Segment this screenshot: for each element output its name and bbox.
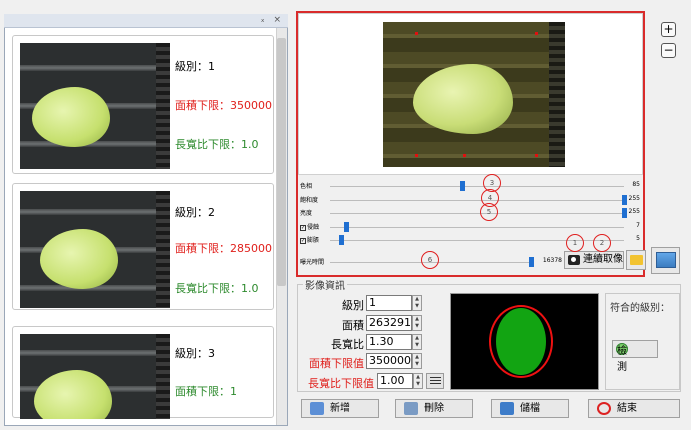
dilate-checkbox[interactable]: ✓ bbox=[300, 237, 306, 244]
saturation-slider-row: 飽和度 255 bbox=[300, 194, 640, 206]
grade-thumbnail-3 bbox=[20, 334, 170, 419]
area-min-label: 面積下限值 bbox=[309, 357, 364, 370]
hue-slider-knob[interactable] bbox=[460, 181, 465, 191]
dilate-slider-knob[interactable] bbox=[339, 235, 344, 245]
grade-thumbnail-2 bbox=[20, 191, 170, 308]
brightness-slider-knob[interactable] bbox=[622, 208, 627, 218]
erode-slider-knob[interactable] bbox=[344, 222, 349, 232]
add-button[interactable]: 新增 bbox=[301, 399, 379, 418]
area-spinner[interactable]: ▲ ▼ bbox=[412, 315, 422, 331]
ratio-min-field[interactable]: 1.00 bbox=[377, 373, 413, 389]
hue-value: 85 bbox=[632, 181, 640, 188]
delete-label: 刪除 bbox=[424, 403, 444, 414]
ratio-min-label: 長寬比下限值 bbox=[308, 377, 374, 390]
brightness-label: 亮度 bbox=[300, 210, 313, 217]
grade-area-text: 面積下限：350000 bbox=[175, 99, 272, 112]
zoom-out-button[interactable]: − bbox=[661, 43, 676, 58]
exit-label: 結束 bbox=[617, 403, 637, 414]
grade-thumbnail-1 bbox=[20, 43, 170, 169]
exposure-label: 曝光時間 bbox=[300, 259, 325, 266]
detect-label: 檢測 bbox=[616, 343, 628, 373]
add-label: 新增 bbox=[330, 403, 350, 414]
delete-button[interactable]: 刪除 bbox=[395, 399, 473, 418]
detect-button[interactable]: 檢測 bbox=[612, 340, 658, 373]
grade-ratio-text: 長寬比下限：1.0 bbox=[175, 138, 259, 151]
hue-slider-row: 色相 85 bbox=[300, 180, 640, 192]
match-grade-label: 符合的級別： bbox=[610, 303, 670, 314]
saturation-label: 飽和度 bbox=[300, 197, 319, 204]
exit-icon bbox=[597, 402, 611, 415]
ratio-spinner[interactable]: ▲ ▼ bbox=[412, 334, 422, 350]
grade-area-text: 面積下限：285000 bbox=[175, 242, 272, 255]
scrollbar-thumb[interactable] bbox=[277, 38, 286, 286]
image-info-title: 影像資訊 bbox=[303, 277, 347, 292]
annotation-marker-5: 5 bbox=[480, 203, 498, 221]
ratio-field[interactable]: 1.30 bbox=[366, 334, 412, 350]
area-min-field[interactable]: 350000 bbox=[366, 353, 412, 369]
camera-live-image bbox=[383, 22, 565, 167]
camera-icon bbox=[568, 255, 580, 265]
grade-ratio-text: 長寬比下限：1.0 bbox=[175, 282, 259, 295]
delete-image-icon bbox=[404, 402, 418, 415]
exit-button[interactable]: 結束 bbox=[588, 399, 680, 418]
floppy-icon bbox=[500, 402, 514, 415]
grade-card-1[interactable]: 級別：1 面積下限：350000 長寬比下限：1.0 bbox=[12, 35, 274, 174]
mask-contour bbox=[489, 305, 553, 378]
brightness-value: 255 bbox=[628, 208, 640, 215]
area-field[interactable]: 263291 bbox=[366, 315, 412, 331]
erode-checkbox[interactable]: ✓ bbox=[300, 224, 306, 231]
saturation-value: 255 bbox=[628, 195, 640, 202]
exposure-value: 16378 bbox=[542, 257, 562, 264]
save-button[interactable]: 儲檔 bbox=[491, 399, 569, 418]
annotation-marker-1: 1 bbox=[566, 234, 584, 252]
save-label: 儲檔 bbox=[520, 403, 540, 414]
zoom-in-button[interactable]: + bbox=[661, 22, 676, 37]
erode-value: 7 bbox=[636, 222, 640, 229]
continuous-capture-button[interactable]: 連續取像 bbox=[564, 251, 624, 269]
dilate-slider-row: ✓ 膨脹 5 bbox=[300, 234, 640, 246]
area-min-spinner[interactable]: ▲ ▼ bbox=[412, 353, 422, 369]
folder-icon bbox=[630, 255, 643, 265]
ratio-label: 長寬比 bbox=[331, 338, 364, 351]
exposure-slider-knob[interactable] bbox=[529, 257, 534, 267]
panel-window-buttons[interactable]: ₓ × bbox=[261, 15, 284, 25]
grade-area-text: 面積下限：1 bbox=[175, 385, 237, 398]
annotation-marker-6: 6 bbox=[421, 251, 439, 269]
picture-icon bbox=[656, 252, 676, 268]
filter-icon bbox=[430, 377, 441, 386]
save-image-button[interactable] bbox=[651, 247, 680, 274]
grade-card-2[interactable]: 級別：2 面積下限：285000 長寬比下限：1.0 bbox=[12, 183, 274, 310]
erode-slider-row: ✓ 侵蝕 7 bbox=[300, 221, 640, 233]
level-spinner[interactable]: ▲ ▼ bbox=[412, 295, 422, 311]
open-folder-button[interactable] bbox=[626, 250, 646, 270]
panel-title-bar: ₓ × bbox=[4, 14, 288, 28]
saturation-slider-knob[interactable] bbox=[622, 195, 627, 205]
annotation-marker-2: 2 bbox=[593, 234, 611, 252]
grade-level-text: 級別：3 bbox=[175, 347, 215, 360]
add-image-icon bbox=[310, 402, 324, 415]
level-field[interactable]: 1 bbox=[366, 295, 412, 311]
hue-label: 色相 bbox=[300, 183, 313, 190]
erode-label: 侵蝕 bbox=[307, 224, 320, 231]
level-label: 級別 bbox=[342, 299, 364, 312]
dilate-label: 膨脹 bbox=[307, 237, 320, 244]
grade-level-text: 級別：2 bbox=[175, 206, 215, 219]
filter-settings-button[interactable] bbox=[426, 373, 444, 389]
grade-level-text: 級別：1 bbox=[175, 60, 215, 73]
ratio-min-spinner[interactable]: ▲ ▼ bbox=[413, 373, 423, 389]
grade-card-3[interactable]: 級別：3 面積下限：1 bbox=[12, 326, 274, 419]
dilate-value: 5 bbox=[636, 235, 640, 242]
brightness-slider-row: 亮度 255 bbox=[300, 207, 640, 219]
area-label: 面積 bbox=[342, 319, 364, 332]
capture-label: 連續取像 bbox=[583, 254, 623, 265]
